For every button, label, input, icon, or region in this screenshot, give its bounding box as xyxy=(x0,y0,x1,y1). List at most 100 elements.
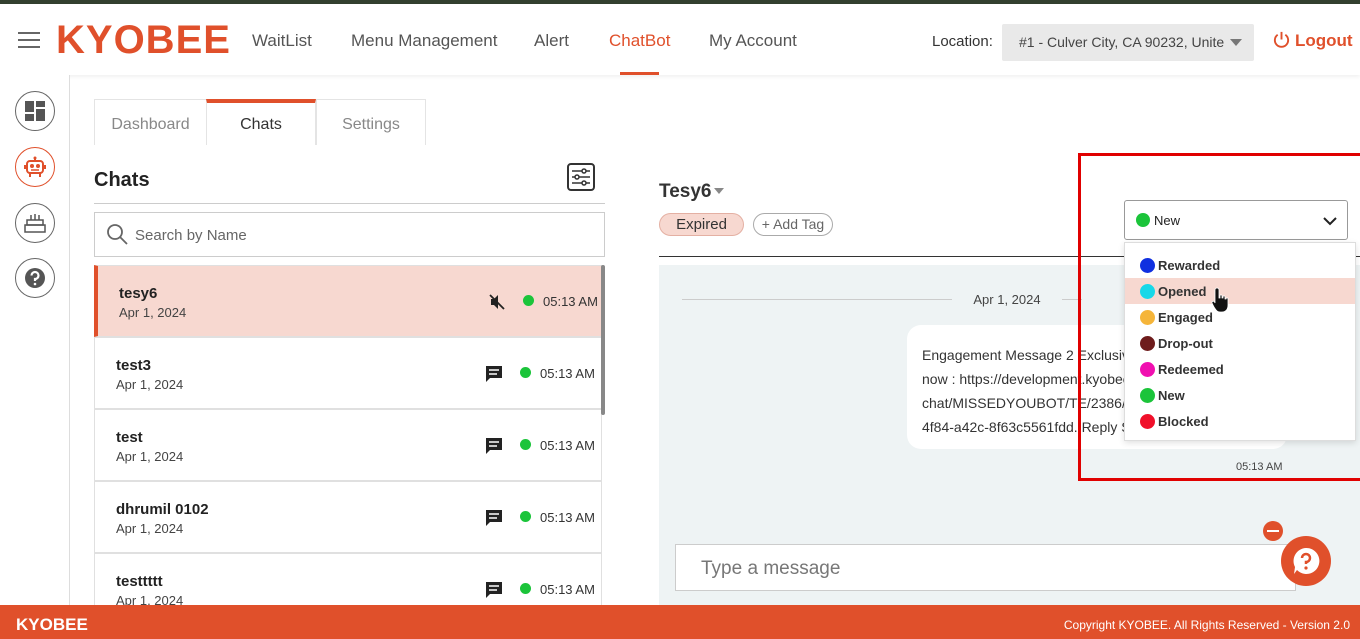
chat-time: 05:13 AM xyxy=(540,366,595,381)
nav-my-account[interactable]: My Account xyxy=(709,31,797,51)
chat-name: test xyxy=(116,429,143,446)
chat-date: Apr 1, 2024 xyxy=(116,449,184,464)
location-label: Location: xyxy=(932,33,993,50)
nav-menu-management[interactable]: Menu Management xyxy=(351,31,497,51)
status-option-label: Redeemed xyxy=(1158,362,1224,377)
help-icon xyxy=(1293,547,1320,574)
message-box xyxy=(675,544,1296,591)
chat-list-scrollbar[interactable] xyxy=(601,265,605,415)
status-option-label: Blocked xyxy=(1158,414,1209,429)
status-option-label: Engaged xyxy=(1158,310,1213,325)
nav-active-indicator xyxy=(620,72,659,75)
menu-icon[interactable] xyxy=(18,32,40,48)
chat-row[interactable]: test Apr 1, 2024 05:13 AM xyxy=(94,409,602,481)
status-dot xyxy=(520,583,531,594)
status-option-drop-out[interactable]: Drop-out xyxy=(1125,330,1355,356)
status-dot xyxy=(1140,284,1155,299)
chat-date: Apr 1, 2024 xyxy=(116,521,184,536)
tab-chats[interactable]: Chats xyxy=(206,99,316,145)
status-select-value: New xyxy=(1154,213,1181,228)
status-dropdown-menu: Rewarded Opened Engaged Drop-out Redeeme… xyxy=(1124,242,1356,441)
header: KYOBEE WaitList Menu Management Alert Ch… xyxy=(0,4,1360,75)
message-icon[interactable] xyxy=(484,364,504,384)
birthday-cake-icon[interactable] xyxy=(15,203,55,243)
dashboard-icon[interactable] xyxy=(15,91,55,131)
status-option-label: New xyxy=(1158,388,1185,403)
caret-down-icon xyxy=(1230,39,1242,46)
status-option-label: Drop-out xyxy=(1158,336,1213,351)
status-dot xyxy=(1136,213,1150,227)
status-option-blocked[interactable]: Blocked xyxy=(1125,408,1355,434)
status-option-label: Opened xyxy=(1158,284,1207,299)
footer-copyright: Copyright KYOBEE. All Rights Reserved - … xyxy=(1063,618,1350,632)
search-box xyxy=(94,212,605,257)
chat-row[interactable]: tesy6 Apr 1, 2024 05:13 AM xyxy=(94,265,602,337)
chat-row[interactable]: test3 Apr 1, 2024 05:13 AM xyxy=(94,337,602,409)
chat-row[interactable]: testtttt Apr 1, 2024 05:13 AM xyxy=(94,553,602,605)
status-dot xyxy=(1140,362,1155,377)
chat-row[interactable]: dhrumil 0102 Apr 1, 2024 05:13 AM xyxy=(94,481,602,553)
status-dot xyxy=(1140,336,1155,351)
status-dot xyxy=(520,439,531,450)
chat-date: Apr 1, 2024 xyxy=(116,377,184,392)
location-select[interactable]: #1 - Culver City, CA 90232, United State… xyxy=(1002,24,1254,61)
chat-time: 05:13 AM xyxy=(540,438,595,453)
footer-brand: KYOBEE xyxy=(16,615,88,634)
nav-waitlist[interactable]: WaitList xyxy=(252,31,312,51)
message-icon[interactable] xyxy=(484,580,504,600)
message-icon[interactable] xyxy=(484,508,504,528)
logo: KYOBEE xyxy=(56,18,231,62)
mute-icon[interactable] xyxy=(487,292,507,312)
power-icon xyxy=(1273,31,1290,48)
sidebar xyxy=(0,75,70,605)
chat-name: testtttt xyxy=(116,573,163,590)
chats-title: Chats xyxy=(94,169,150,191)
minimize-button[interactable] xyxy=(1263,521,1283,541)
chat-name: dhrumil 0102 xyxy=(116,501,209,518)
caret-down-icon[interactable] xyxy=(714,188,724,194)
divider xyxy=(682,299,952,300)
location-value: #1 - Culver City, CA 90232, United State… xyxy=(1019,34,1224,50)
status-dot xyxy=(520,511,531,522)
tab-settings[interactable]: Settings xyxy=(316,99,426,145)
chatbot-icon[interactable] xyxy=(15,147,55,187)
add-tag-button[interactable]: + Add Tag xyxy=(753,213,833,236)
chevron-down-icon xyxy=(1323,217,1337,226)
filter-icon[interactable] xyxy=(567,163,595,191)
status-dot xyxy=(520,367,531,378)
message-input[interactable] xyxy=(701,557,1261,581)
status-dot xyxy=(1140,258,1155,273)
contact-name[interactable]: Tesy6 xyxy=(659,181,711,203)
status-option-rewarded[interactable]: Rewarded xyxy=(1125,252,1355,278)
nav-chatbot[interactable]: ChatBot xyxy=(609,31,670,51)
search-input[interactable] xyxy=(135,224,575,246)
status-tag: Expired xyxy=(659,213,744,236)
status-dot xyxy=(1140,388,1155,403)
hand-cursor-icon xyxy=(1211,287,1229,313)
chat-time: 05:13 AM xyxy=(540,510,595,525)
logout-button[interactable]: Logout xyxy=(1272,30,1353,51)
logout-label: Logout xyxy=(1295,31,1353,50)
date-separator: Apr 1, 2024 xyxy=(973,292,1041,307)
chat-date: Apr 1, 2024 xyxy=(116,593,184,605)
tab-dashboard[interactable]: Dashboard xyxy=(94,99,207,145)
divider xyxy=(94,203,605,204)
status-option-redeemed[interactable]: Redeemed xyxy=(1125,356,1355,382)
status-dot xyxy=(1140,414,1155,429)
chat-time: 05:13 AM xyxy=(540,582,595,597)
message-icon[interactable] xyxy=(484,436,504,456)
chat-list: tesy6 Apr 1, 2024 05:13 AM test3 Apr 1, … xyxy=(94,265,605,605)
help-chat-button[interactable] xyxy=(1281,536,1331,586)
nav-alert[interactable]: Alert xyxy=(534,31,569,51)
help-icon[interactable] xyxy=(15,258,55,298)
chat-name: tesy6 xyxy=(119,285,158,302)
status-option-engaged[interactable]: Engaged xyxy=(1125,304,1355,330)
status-select[interactable]: New xyxy=(1124,200,1348,240)
status-option-new[interactable]: New xyxy=(1125,382,1355,408)
chat-date: Apr 1, 2024 xyxy=(119,305,187,320)
status-dot xyxy=(1140,310,1155,325)
footer: KYOBEE Copyright KYOBEE. All Rights Rese… xyxy=(0,605,1360,639)
status-option-opened[interactable]: Opened xyxy=(1125,278,1355,304)
chat-name: test3 xyxy=(116,357,152,374)
status-dot xyxy=(523,295,534,306)
